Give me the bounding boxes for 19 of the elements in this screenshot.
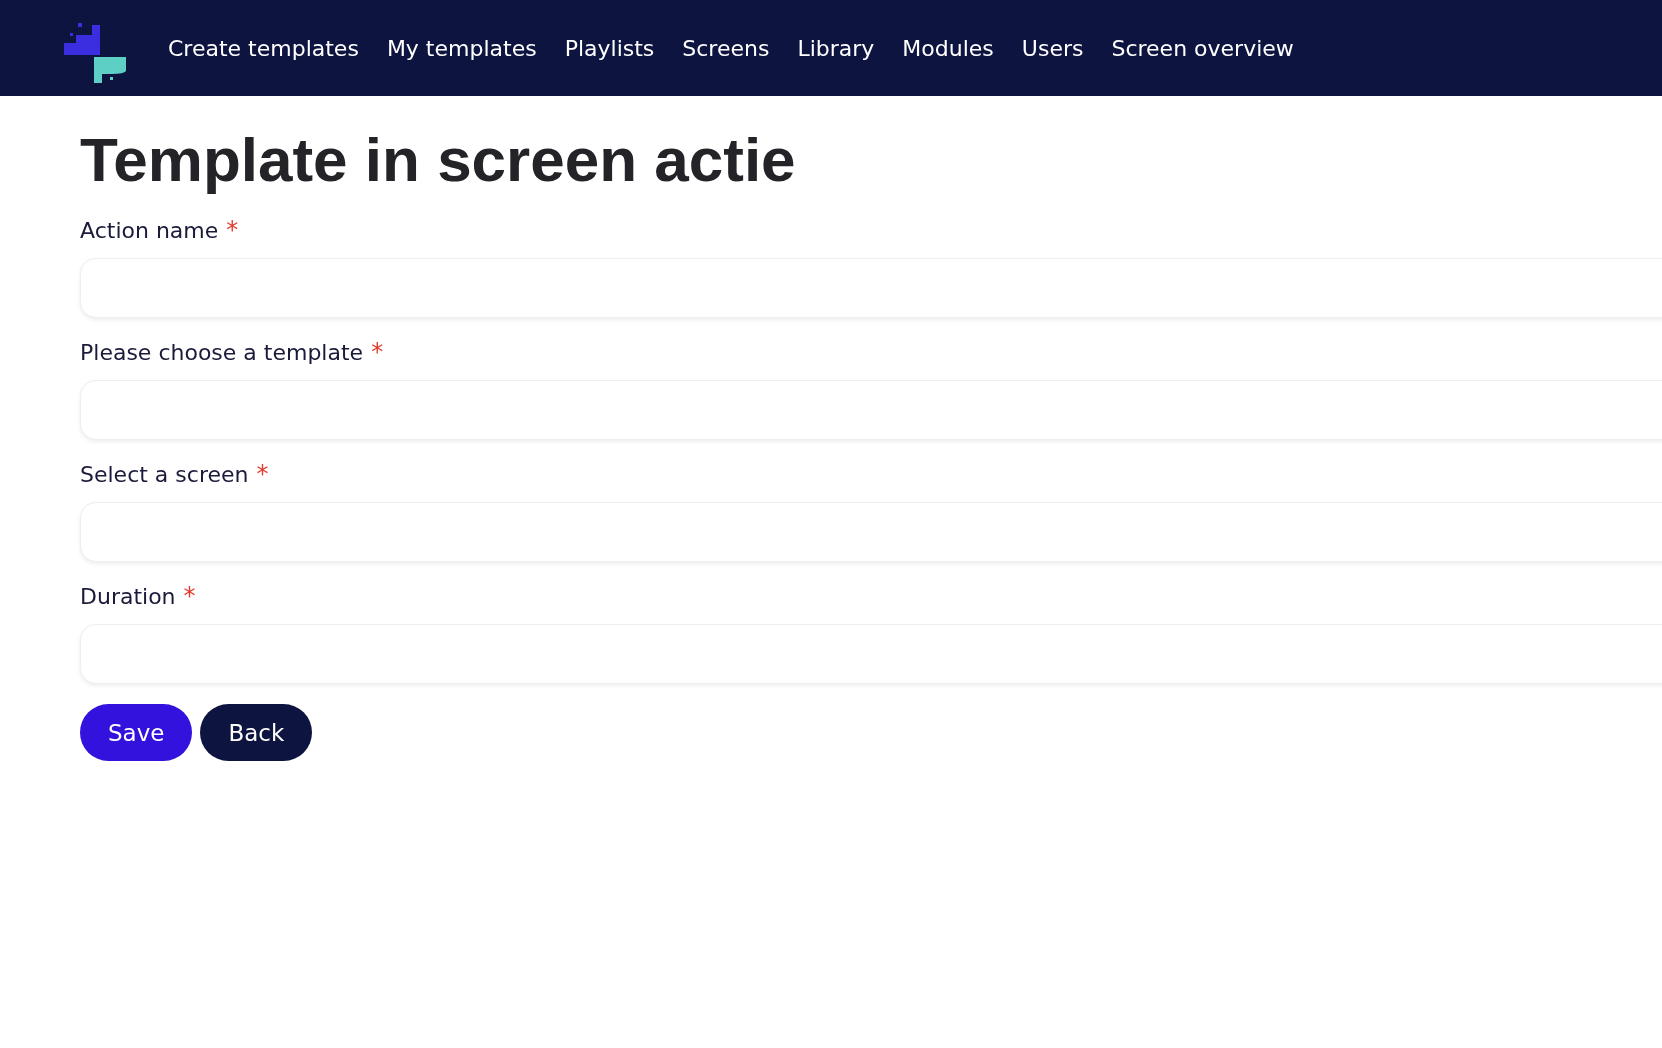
field-label: Select a screen xyxy=(80,462,249,488)
nav-link[interactable]: Create templates xyxy=(168,35,359,61)
required-asterisk: * xyxy=(183,582,196,611)
nav-link[interactable]: Users xyxy=(1021,35,1084,61)
nav-link[interactable]: Screen overview xyxy=(1111,35,1294,61)
back-button[interactable]: Back xyxy=(200,704,313,762)
required-asterisk: * xyxy=(256,460,269,489)
field-label: Action name xyxy=(80,218,219,244)
field-label: Duration xyxy=(80,584,176,610)
page-title: Template in screen actie xyxy=(80,126,797,195)
nav-link[interactable]: Screens xyxy=(682,35,770,61)
required-asterisk: * xyxy=(226,216,239,245)
nav-link[interactable]: Playlists xyxy=(564,35,655,61)
save-button[interactable]: Save xyxy=(80,704,193,762)
required-asterisk: * xyxy=(371,338,384,367)
field-label: Please choose a template xyxy=(80,340,364,366)
nav-link[interactable]: My templates xyxy=(386,35,537,61)
nav-link[interactable]: Library xyxy=(797,35,875,61)
nav-link[interactable]: Modules xyxy=(902,35,994,61)
